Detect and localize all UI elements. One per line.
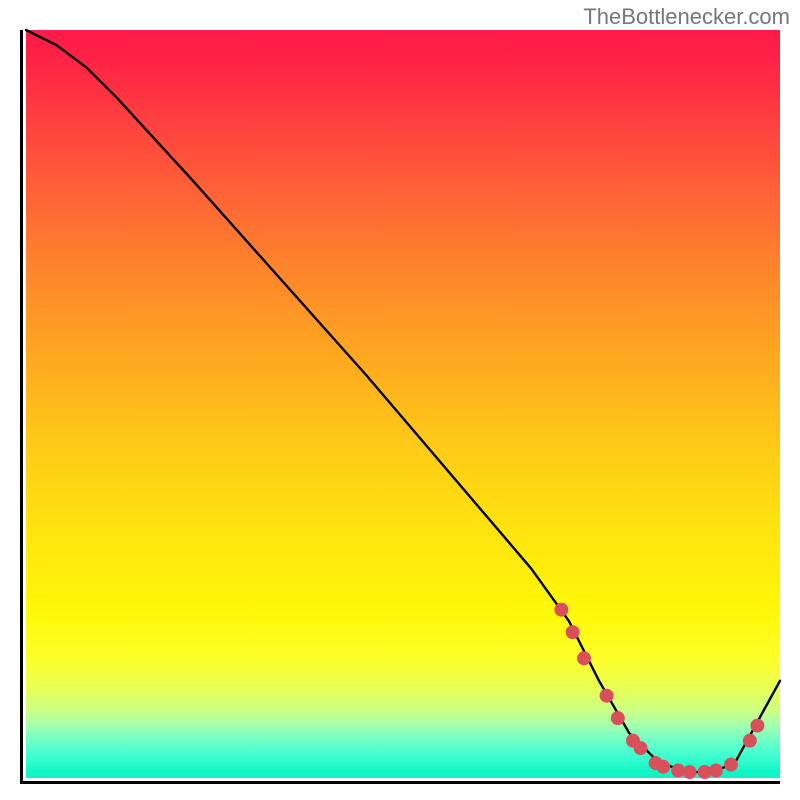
main-curve: [26, 30, 780, 772]
marker-group: [554, 603, 764, 779]
data-marker: [566, 625, 580, 639]
data-marker: [683, 765, 697, 779]
data-marker: [554, 603, 568, 617]
data-marker: [634, 741, 648, 755]
data-marker: [656, 760, 670, 774]
data-marker: [709, 764, 723, 778]
plot-area: [20, 30, 780, 784]
chart-svg: [26, 30, 780, 778]
data-marker: [750, 719, 764, 733]
curve-group: [26, 30, 780, 772]
data-marker: [743, 734, 757, 748]
data-marker: [724, 758, 738, 772]
data-marker: [600, 689, 614, 703]
chart-container: TheBottlenecker.com: [0, 0, 800, 800]
data-marker: [611, 711, 625, 725]
data-marker: [577, 651, 591, 665]
attribution-text: TheBottlenecker.com: [583, 4, 790, 30]
